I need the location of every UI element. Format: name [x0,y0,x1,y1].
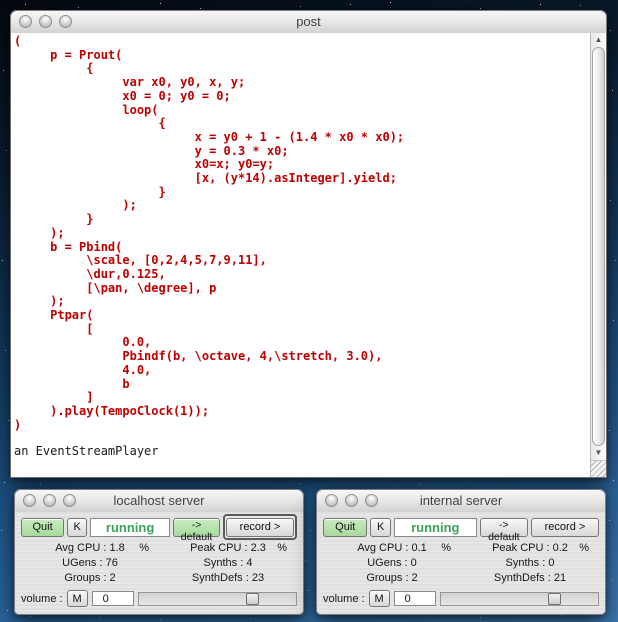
quit-button[interactable]: Quit [323,517,368,537]
volume-label: volume : [323,592,365,605]
server-button-row: Quit K running -> default record > [323,516,599,543]
volume-label: volume : [21,592,63,605]
record-button[interactable]: record > [226,517,294,537]
make-default-button[interactable]: -> default [173,517,220,543]
peak-cpu-stat: Peak CPU : 0.2% [461,541,599,556]
localhost-titlebar[interactable]: localhost server [14,489,304,513]
post-content-area[interactable]: ( p = Prout( { var x0, y0, x, y; x0 = 0;… [10,33,607,478]
minimize-button[interactable] [39,15,52,28]
quit-button[interactable]: Quit [21,517,65,537]
resize-grip-icon[interactable] [591,460,606,477]
peak-cpu-value: Peak CPU : 2.3 [190,542,266,554]
volume-slider[interactable] [137,591,297,606]
scrollbar-thumb[interactable] [592,47,605,446]
post-window: post ( p = Prout( { var x0, y0, x, y; x0… [10,10,607,478]
close-button[interactable] [19,15,32,28]
post-window-title: post [296,14,321,29]
ugens-stat: UGens : 0 [367,557,417,569]
window-controls [19,15,72,28]
ugens-stat: UGens : 76 [62,557,118,569]
minimize-button[interactable] [345,494,358,507]
peak-cpu-unit: % [277,542,287,554]
internal-titlebar[interactable]: internal server [316,489,606,513]
internal-server-window: internal server Quit K running -> defaul… [316,489,606,615]
avg-cpu-value: Avg CPU : 1.8 [55,542,125,554]
server-button-row: Quit K running -> default record > [21,514,297,543]
localhost-server-window: localhost server Quit K running -> defau… [14,489,304,615]
volume-value-field[interactable]: 0 [393,591,436,606]
close-button[interactable] [23,494,36,507]
post-titlebar[interactable]: post [10,10,607,34]
make-default-button[interactable]: -> default [479,517,528,543]
kill-button[interactable]: K [370,517,391,537]
close-button[interactable] [325,494,338,507]
server-status-display: running [90,517,171,537]
zoom-button[interactable] [59,15,72,28]
posted-code-text: ( p = Prout( { var x0, y0, x, y; x0 = 0;… [14,34,405,432]
avg-cpu-value: Avg CPU : 0.1 [357,542,427,554]
record-button-frame: record > [223,514,297,540]
volume-slider[interactable] [439,591,599,606]
server-stats: Avg CPU : 1.8% Peak CPU : 2.3% UGens : 7… [21,541,297,586]
record-button[interactable]: record > [530,517,599,537]
scrollbar-track[interactable] [592,47,605,446]
minimize-button[interactable] [43,494,56,507]
volume-value-field[interactable]: 0 [91,591,134,606]
synthdefs-stat: SynthDefs : 21 [493,572,567,584]
groups-stat: Groups : 2 [64,572,116,584]
mute-button[interactable]: M [66,590,88,607]
peak-cpu-value: Peak CPU : 0.2 [492,542,568,554]
avg-cpu-unit: % [139,542,149,554]
synths-stat: Synths : 4 [203,557,253,569]
zoom-button[interactable] [63,494,76,507]
record-button-frame: record > [530,517,599,537]
volume-row: volume : M 0 [21,590,297,607]
volume-row: volume : M 0 [323,590,599,607]
server-status-display: running [393,517,477,537]
avg-cpu-stat: Avg CPU : 1.8% [21,541,159,556]
localhost-server-body: Quit K running -> default record > Avg C… [14,512,304,615]
window-controls [23,494,76,507]
scroll-up-arrow-icon[interactable]: ▲ [591,33,606,47]
peak-cpu-unit: % [579,542,589,554]
window-controls [325,494,378,507]
volume-slider-thumb[interactable] [547,592,561,605]
synths-stat: Synths : 0 [505,557,555,569]
volume-slider-thumb[interactable] [245,592,259,605]
kill-button[interactable]: K [67,517,88,537]
server-stats: Avg CPU : 0.1% Peak CPU : 0.2% UGens : 0… [323,541,599,586]
post-result-text: an EventStreamPlayer [14,444,159,459]
scroll-down-arrow-icon[interactable]: ▼ [591,446,606,460]
zoom-button[interactable] [365,494,378,507]
vertical-scrollbar[interactable]: ▲ ▼ [590,33,606,477]
starfield-background [0,0,1,1]
peak-cpu-stat: Peak CPU : 2.3% [159,541,297,556]
groups-stat: Groups : 2 [366,572,418,584]
mute-button[interactable]: M [368,590,390,607]
synthdefs-stat: SynthDefs : 23 [191,572,265,584]
avg-cpu-stat: Avg CPU : 0.1% [323,541,461,556]
avg-cpu-unit: % [441,542,451,554]
internal-server-body: Quit K running -> default record > Avg C… [316,512,606,615]
